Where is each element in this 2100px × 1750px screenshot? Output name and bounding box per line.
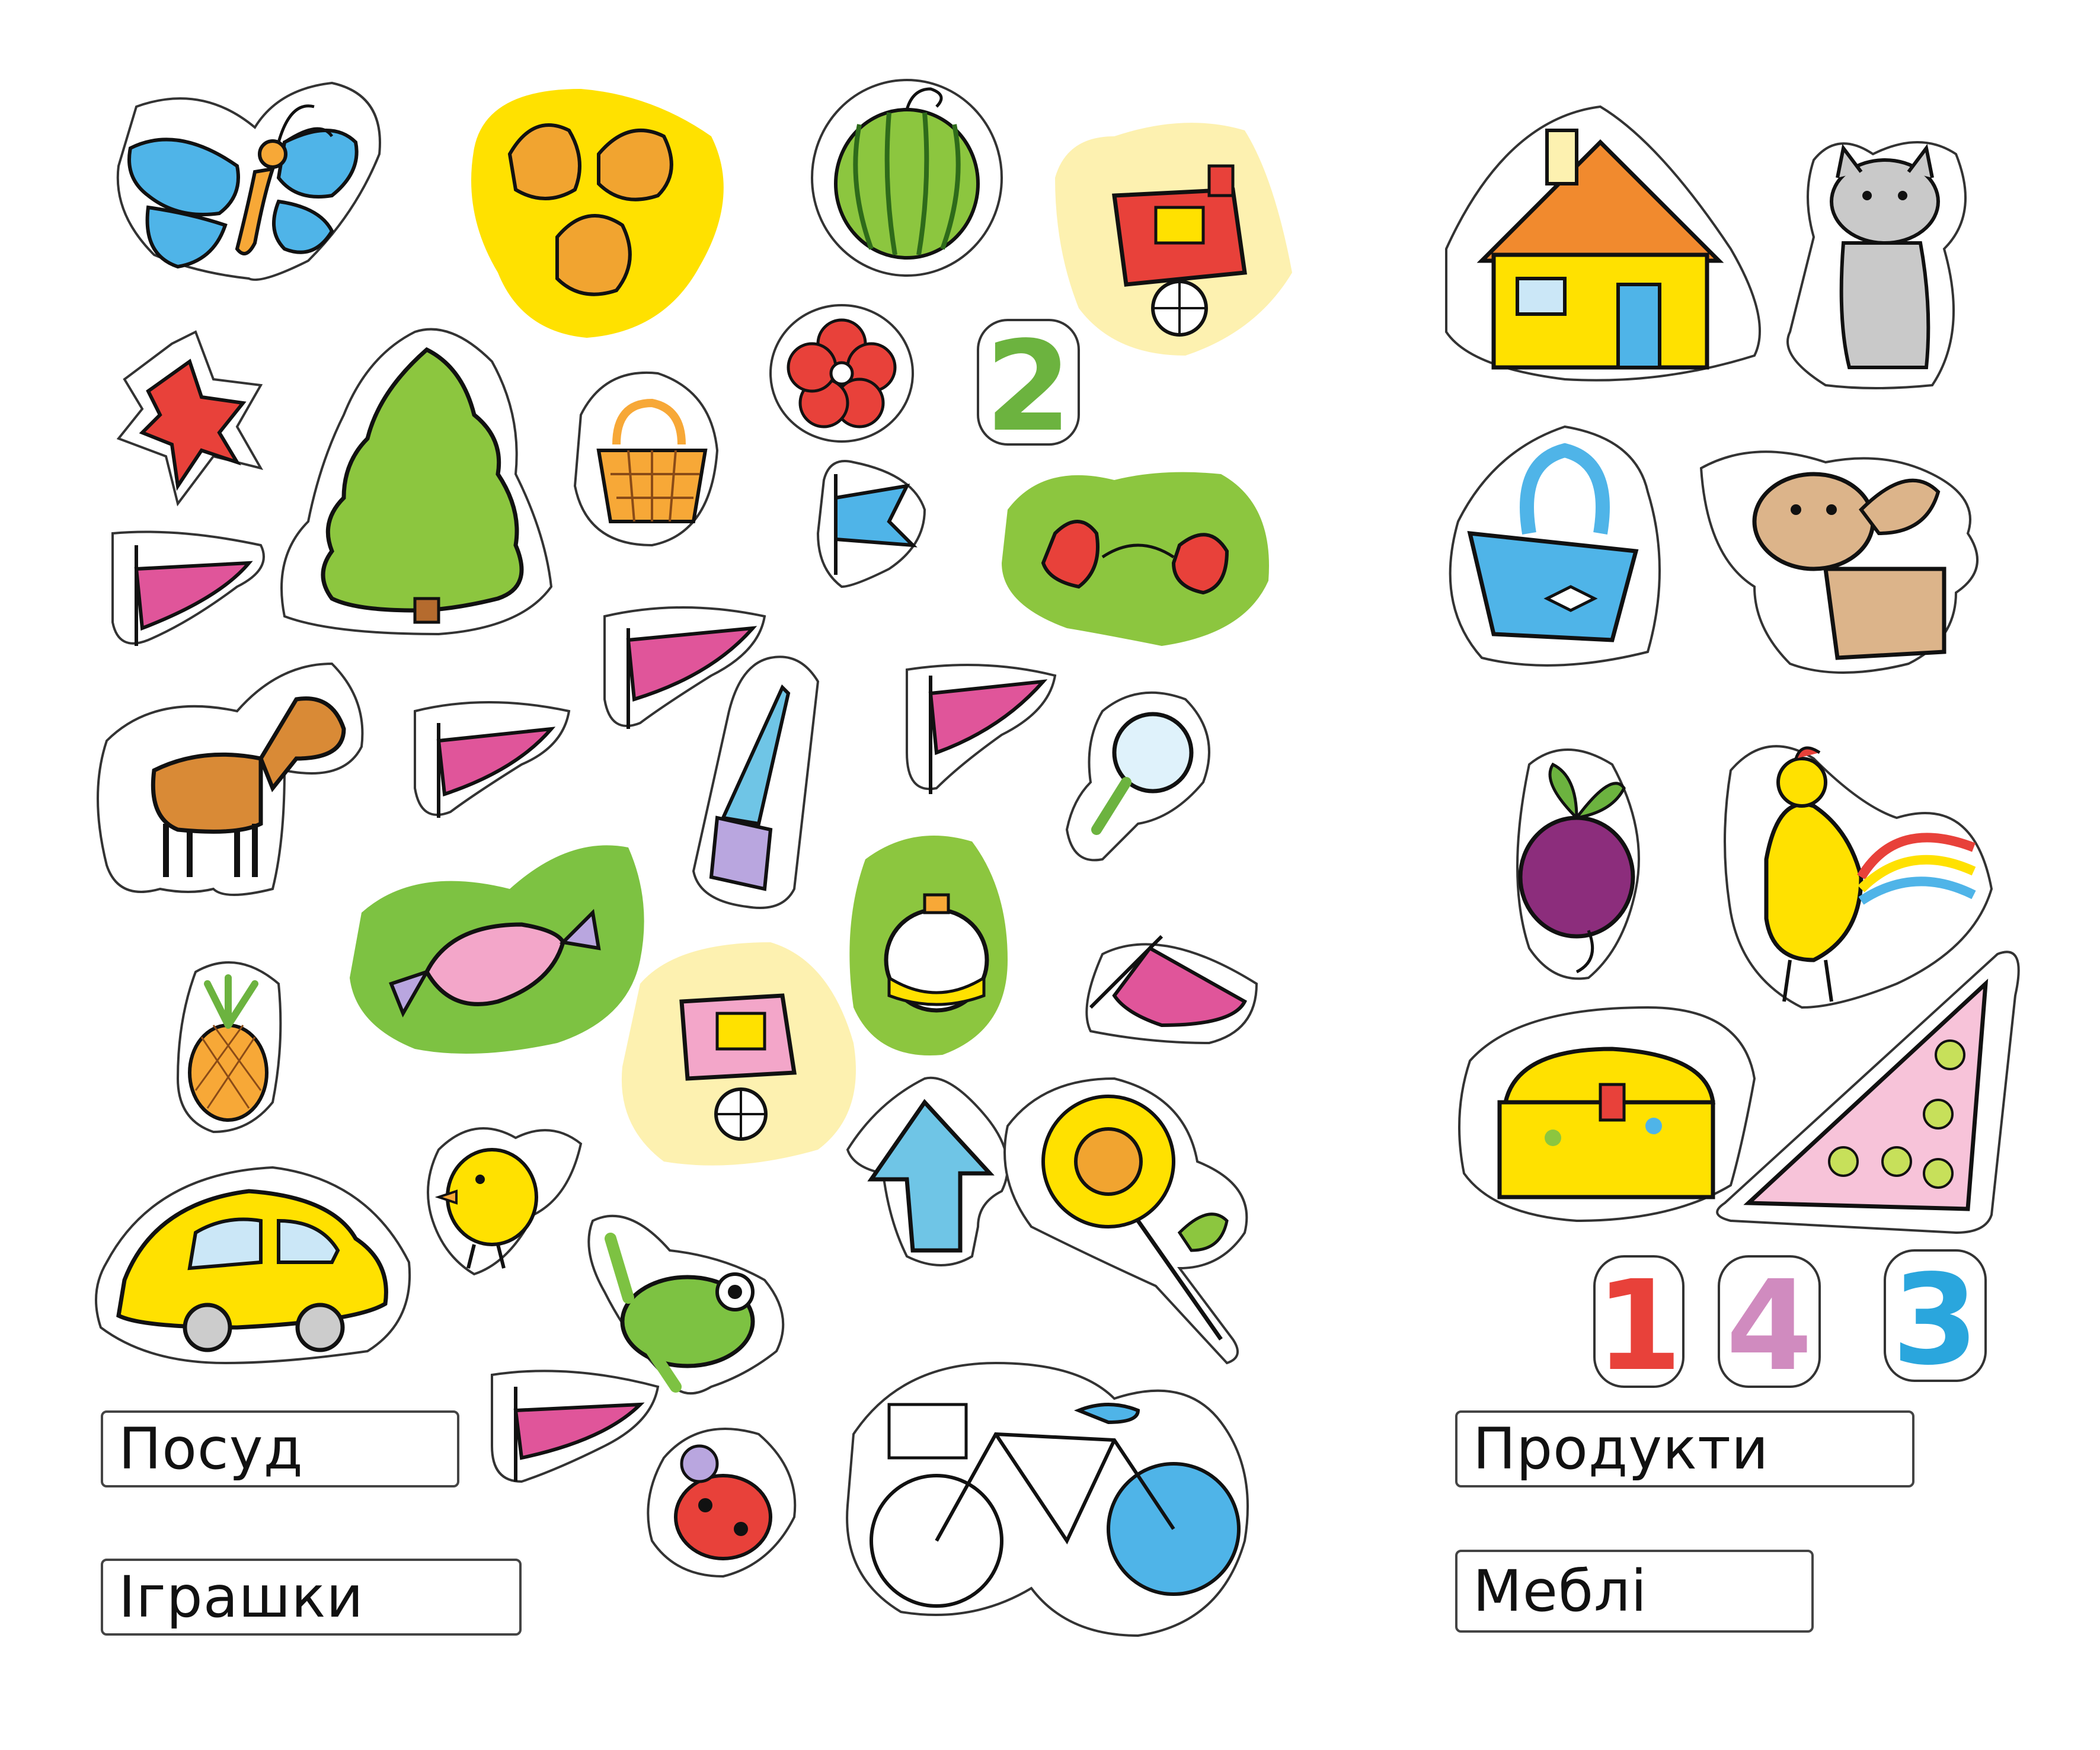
bucket-icon[interactable]	[1449, 425, 1661, 667]
strawberries-icon[interactable]	[1002, 472, 1269, 646]
star-icon[interactable]	[116, 330, 264, 507]
saw-icon[interactable]	[692, 655, 820, 909]
butterfly-icon[interactable]	[116, 81, 381, 281]
label-posud[interactable]: Посуд	[101, 1410, 459, 1487]
rooster-icon[interactable]	[1724, 745, 1993, 1009]
frog-icon[interactable]	[587, 1214, 785, 1395]
label-igrashky[interactable]: Іграшки	[101, 1559, 522, 1636]
sticker-sheet: 2 Посуд Іграшки 1 4 3 Продукти Меблі	[95, 79, 2020, 1637]
number-three-sticker[interactable]: 3	[1884, 1247, 1987, 1393]
horse-icon[interactable]	[97, 662, 364, 896]
car-icon[interactable]	[95, 1166, 411, 1365]
basket-icon[interactable]	[573, 371, 719, 547]
red-wagon-icon[interactable]	[1055, 123, 1292, 356]
pennant-flag-icon[interactable]	[906, 664, 1057, 794]
number-three: 3	[1892, 1247, 1978, 1393]
magnifier-icon[interactable]	[1065, 691, 1210, 862]
tree-icon[interactable]	[280, 328, 553, 636]
pennant-flag-icon[interactable]	[491, 1370, 660, 1483]
ornament-icon[interactable]	[849, 836, 1008, 1055]
label-posud-frame: Посуд	[101, 1410, 459, 1487]
onions-icon[interactable]	[471, 89, 724, 338]
ladybug-icon[interactable]	[647, 1428, 797, 1578]
candy-icon[interactable]	[350, 845, 644, 1054]
bicycle-icon[interactable]	[846, 1361, 1249, 1637]
beet-icon[interactable]	[1516, 748, 1640, 980]
watermelon-icon[interactable]	[811, 79, 1003, 277]
chick-icon[interactable]	[427, 1127, 583, 1276]
label-mebli[interactable]: Меблі	[1455, 1550, 1814, 1633]
number-one-sticker[interactable]: 1	[1593, 1253, 1685, 1399]
label-igrashky-frame: Іграшки	[101, 1559, 522, 1636]
number-two-sticker[interactable]: 2	[977, 314, 1080, 459]
label-produkty[interactable]: Продукти	[1455, 1410, 1914, 1487]
cat-icon[interactable]	[1786, 141, 1967, 389]
number-four-sticker[interactable]: 4	[1718, 1253, 1821, 1399]
pink-wagon-icon[interactable]	[621, 942, 856, 1166]
arrow-up-icon[interactable]	[846, 1076, 1009, 1266]
number-four: 4	[1726, 1253, 1813, 1399]
blue-flag-icon[interactable]	[816, 460, 926, 588]
pineapple-icon[interactable]	[176, 961, 282, 1134]
number-one: 1	[1596, 1253, 1682, 1399]
treasure-chest-icon[interactable]	[1458, 1006, 1756, 1223]
sunflower-icon[interactable]	[1003, 1077, 1248, 1365]
pennant-flag-icon[interactable]	[1085, 935, 1258, 1045]
label-produkty-frame: Продукти	[1455, 1410, 1914, 1487]
label-mebli-frame: Меблі	[1455, 1550, 1814, 1633]
dog-icon[interactable]	[1699, 450, 1978, 674]
pennant-flag-icon[interactable]	[111, 530, 265, 647]
number-two: 2	[985, 314, 1072, 459]
flower-icon[interactable]	[769, 304, 914, 443]
pennant-flag-icon[interactable]	[414, 701, 571, 818]
house-icon[interactable]	[1445, 105, 1761, 382]
